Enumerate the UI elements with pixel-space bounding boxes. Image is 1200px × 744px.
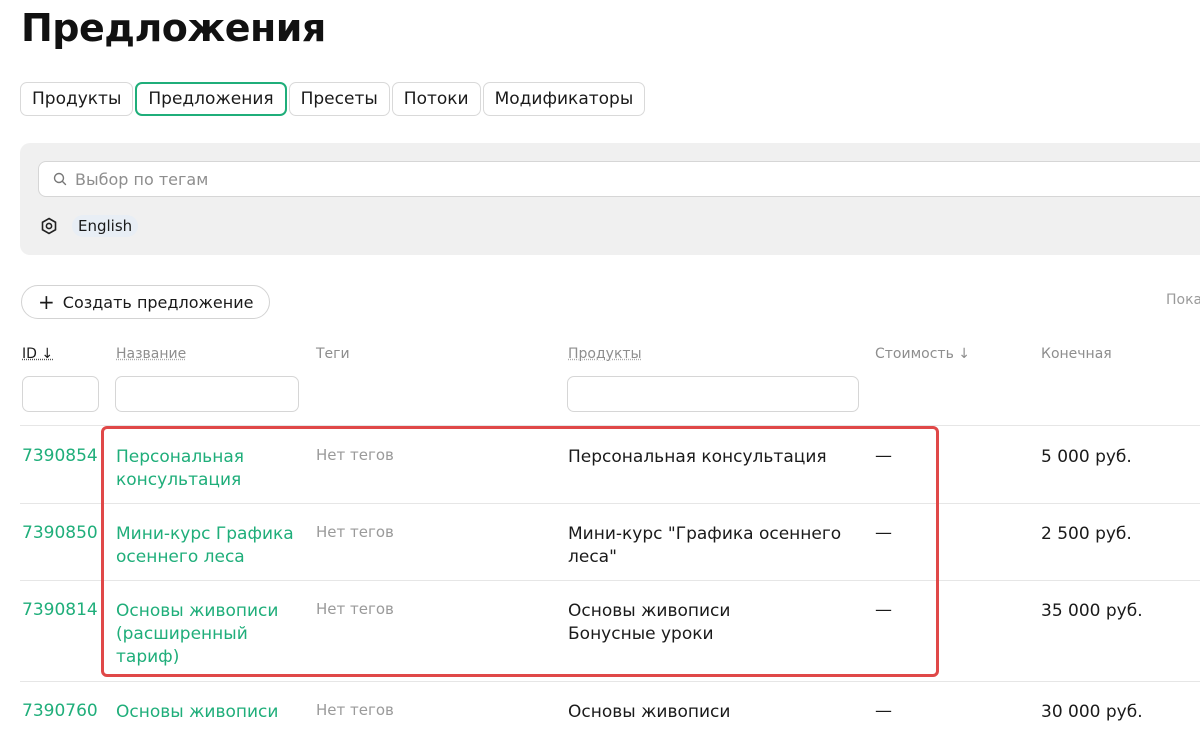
row-divider xyxy=(20,681,1200,682)
header-cost[interactable]: Стоимость ↓ xyxy=(875,346,970,362)
row-products: Основы живописи Бонусные уроки xyxy=(568,601,731,644)
header-name[interactable]: Название xyxy=(116,346,186,362)
row-cost: — xyxy=(875,523,892,543)
tab-modifiers[interactable]: Модификаторы xyxy=(482,82,646,116)
plus-icon: + xyxy=(38,290,55,314)
row-divider xyxy=(20,580,1200,581)
row-name-link[interactable]: Основы живописи xyxy=(116,701,296,724)
header-tags: Теги xyxy=(316,346,350,362)
row-divider xyxy=(20,425,1200,426)
create-offer-label: Создать предложение xyxy=(62,292,254,312)
row-name-link[interactable]: Основы живописи (расширенный тариф) xyxy=(116,600,286,669)
page-title: Предложения xyxy=(21,6,326,50)
filter-panel: English xyxy=(20,143,1200,255)
row-cost: — xyxy=(875,600,892,620)
tab-products[interactable]: Продукты xyxy=(20,82,134,116)
row-final-price: 2 500 руб. xyxy=(1041,524,1132,544)
row-name-link[interactable]: Персональная консультация xyxy=(116,446,286,492)
language-tag-chip[interactable]: English xyxy=(72,215,139,237)
row-id-link[interactable]: 7390850 xyxy=(22,522,98,545)
row-products: Мини-курс "Графика осеннего леса" xyxy=(568,524,842,567)
row-name-link[interactable]: Мини-курс Графика осеннего леса xyxy=(116,523,296,569)
tab-bar: Продукты Предложения Пресеты Потоки Моди… xyxy=(20,82,647,116)
row-id-link[interactable]: 7390814 xyxy=(22,599,98,622)
row-tags: Нет тегов xyxy=(316,600,394,618)
tab-presets[interactable]: Пресеты xyxy=(288,82,390,116)
tag-search-box[interactable] xyxy=(38,161,1200,197)
header-products[interactable]: Продукты xyxy=(568,346,642,362)
settings-gear-icon[interactable] xyxy=(40,217,58,235)
search-icon xyxy=(53,172,67,186)
tag-search-input[interactable] xyxy=(73,168,977,190)
row-id-link[interactable]: 7390854 xyxy=(22,445,98,468)
row-id-link[interactable]: 7390760 xyxy=(22,700,98,723)
products-filter-input[interactable] xyxy=(567,376,859,412)
show-count-label: Пока xyxy=(1166,292,1200,308)
row-products: Основы живописи xyxy=(568,702,731,722)
row-final-price: 35 000 руб. xyxy=(1041,601,1143,621)
header-id[interactable]: ID ↓ xyxy=(22,346,53,362)
row-tags: Нет тегов xyxy=(316,523,394,541)
tab-offers[interactable]: Предложения xyxy=(135,82,287,116)
create-offer-button[interactable]: + Создать предложение xyxy=(21,285,271,319)
row-tags: Нет тегов xyxy=(316,701,394,719)
row-cost: — xyxy=(875,446,892,466)
id-filter-input[interactable] xyxy=(22,376,99,412)
row-final-price: 5 000 руб. xyxy=(1041,447,1132,467)
name-filter-input[interactable] xyxy=(115,376,299,412)
row-divider xyxy=(20,503,1200,504)
header-final-price: Конечная xyxy=(1041,346,1112,362)
row-products: Персональная консультация xyxy=(568,447,827,467)
row-cost: — xyxy=(875,701,892,721)
tab-streams[interactable]: Потоки xyxy=(391,82,481,116)
row-tags: Нет тегов xyxy=(316,446,394,464)
row-final-price: 30 000 руб. xyxy=(1041,702,1143,722)
